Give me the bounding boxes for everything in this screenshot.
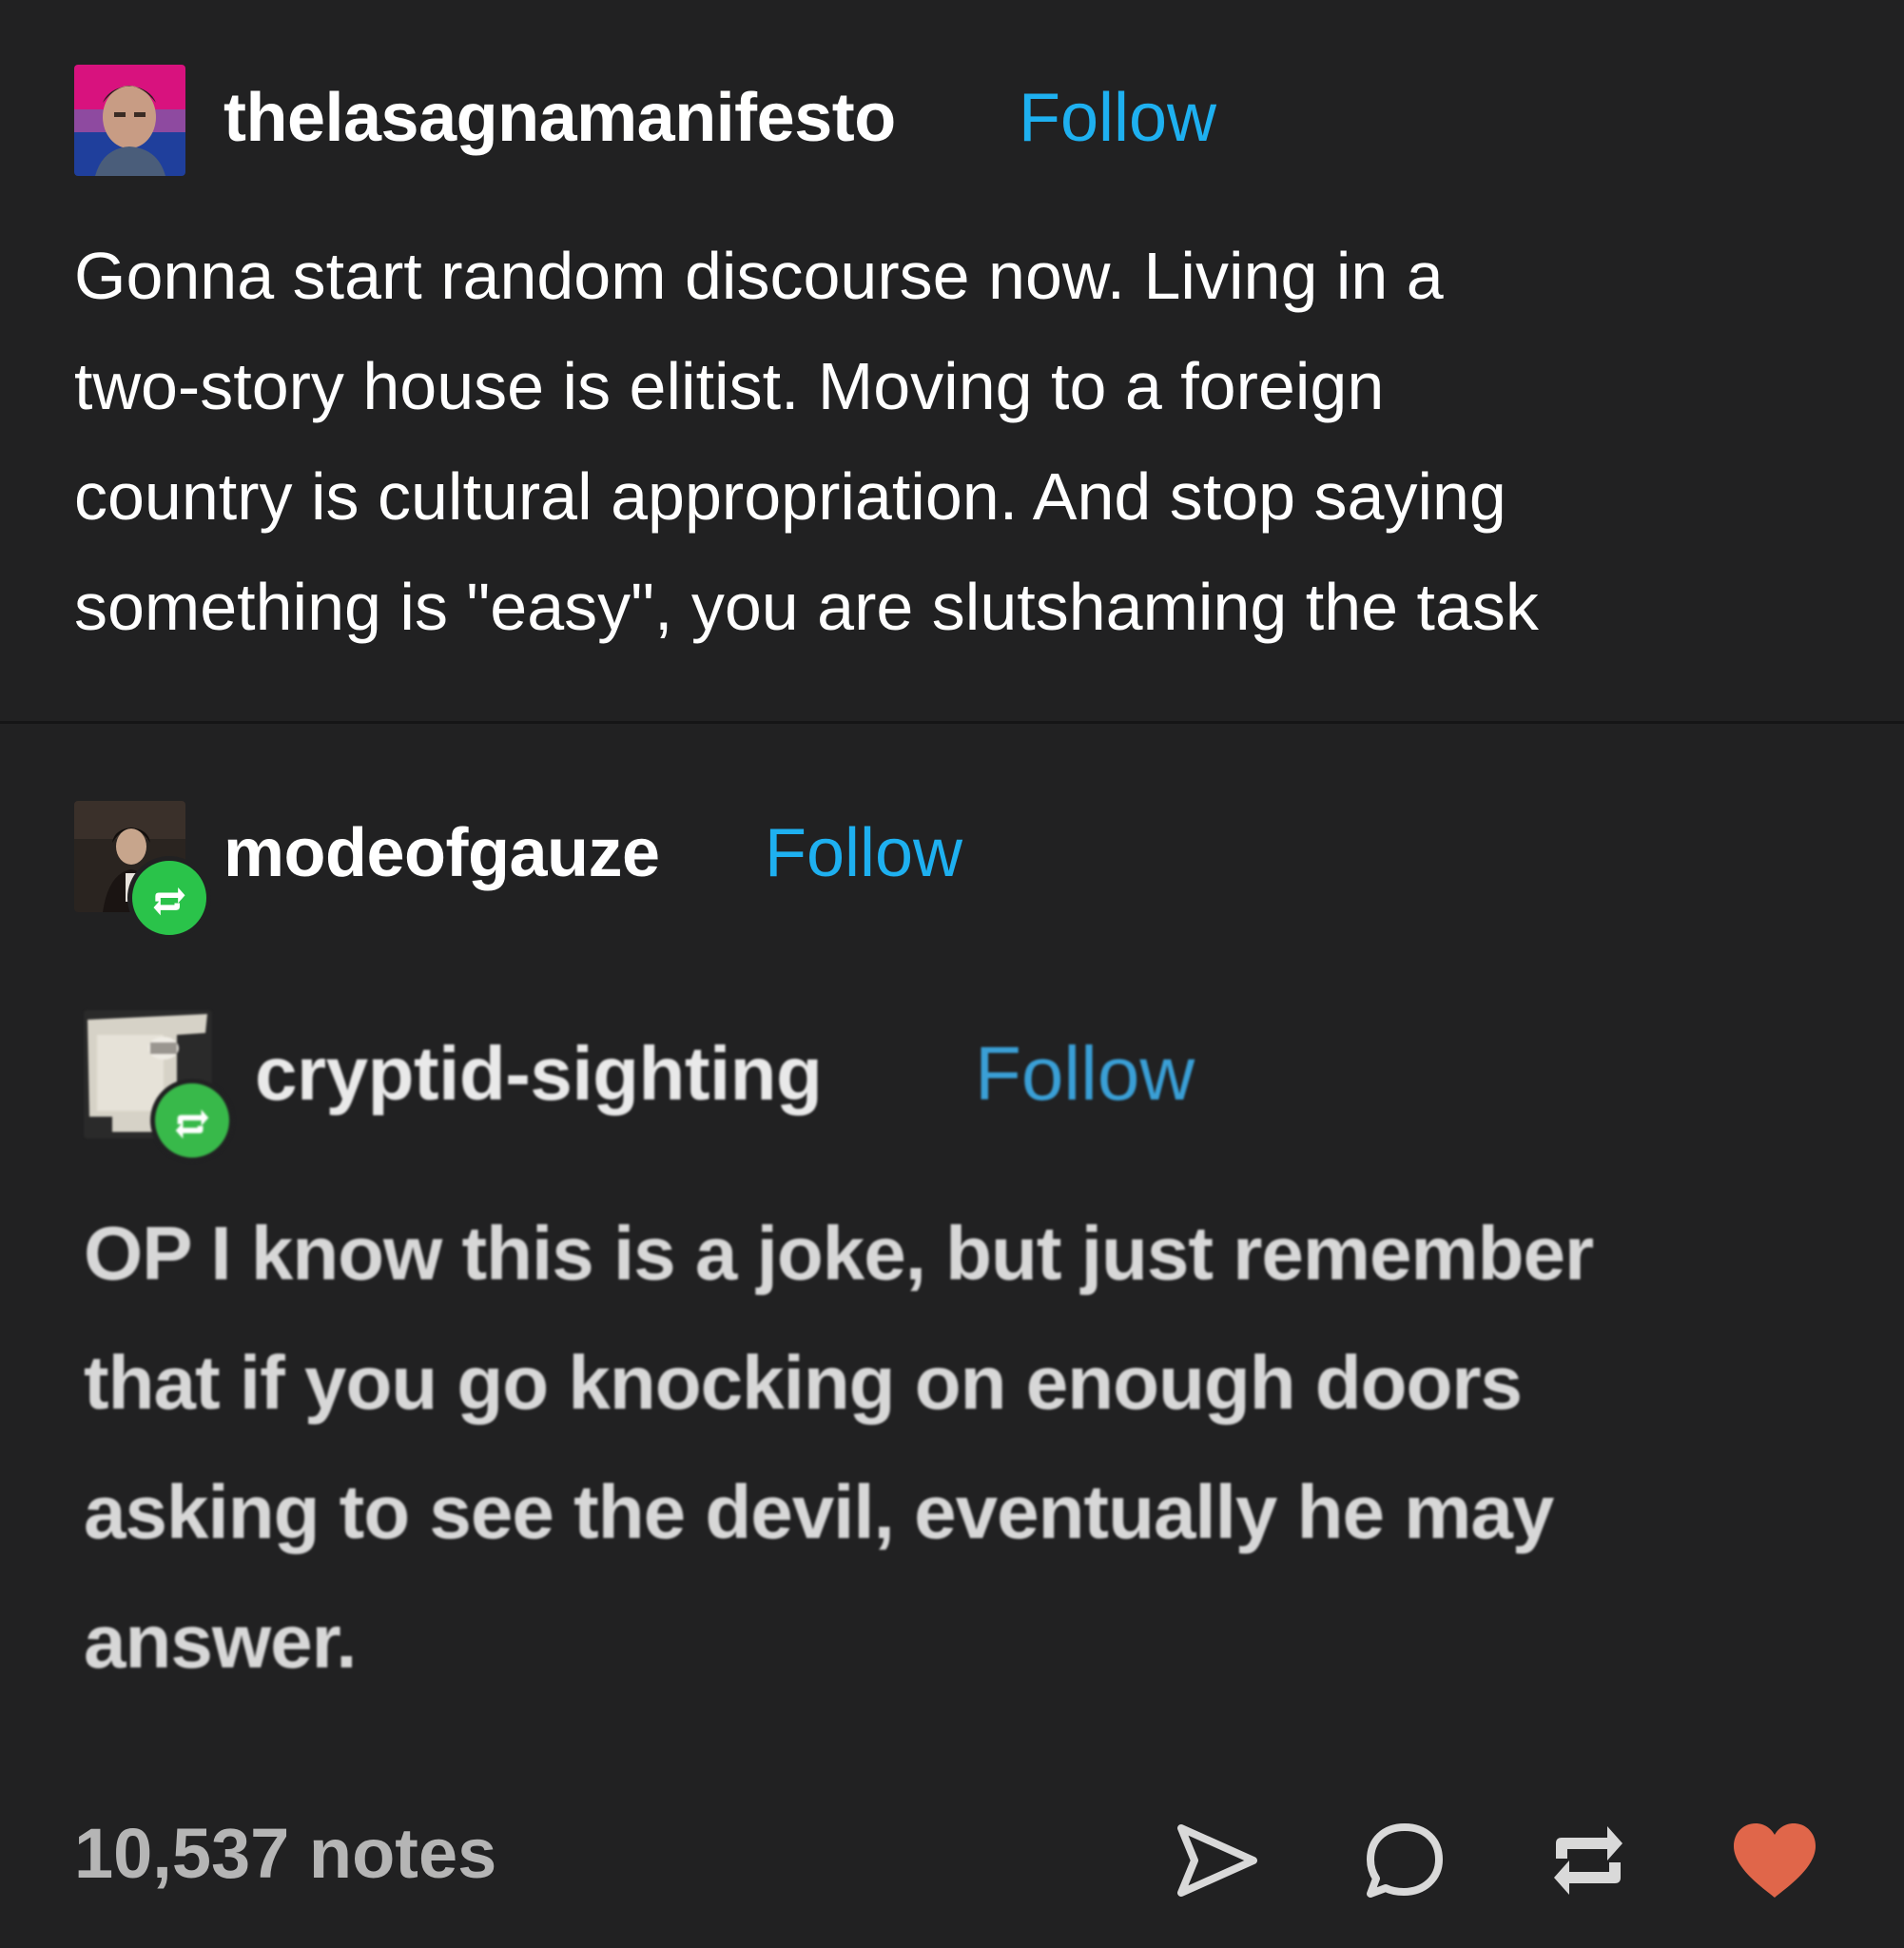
post-body: OP I know this is a joke, but just remem…	[84, 1189, 1891, 1706]
divider	[0, 721, 1904, 724]
post-body: Gonna start random discourse now. Living…	[74, 221, 1881, 662]
post-line: that if you go knocking on enough doors	[84, 1340, 1523, 1425]
username[interactable]: thelasagnamanifesto	[223, 84, 896, 152]
comment-icon[interactable]	[1358, 1815, 1449, 1906]
avatar-thelasagnamanifesto[interactable]	[74, 65, 185, 176]
post-line: answer.	[84, 1599, 358, 1684]
follow-button[interactable]: Follow	[765, 819, 962, 887]
post-line: OP I know this is a joke, but just remem…	[84, 1211, 1594, 1295]
avatar-modeofgauze[interactable]	[74, 801, 211, 940]
follow-button[interactable]: Follow	[1019, 84, 1216, 152]
post-line: something is "easy", you are slutshaming…	[74, 570, 1539, 644]
post-line: two-story house is elitist. Moving to a …	[74, 349, 1385, 423]
post-line: asking to see the devil, eventually he m…	[84, 1470, 1554, 1554]
share-icon[interactable]	[1172, 1815, 1263, 1906]
username[interactable]: cryptid-sighting	[255, 1036, 823, 1112]
avatar-cryptid-sighting[interactable]	[84, 1010, 234, 1162]
follow-button[interactable]: Follow	[975, 1036, 1195, 1112]
reblog-badge	[127, 856, 211, 940]
username[interactable]: modeofgauze	[223, 819, 660, 887]
post-line: Gonna start random discourse now. Living…	[74, 239, 1444, 313]
post-line: country is cultural appropriation. And s…	[74, 459, 1506, 534]
reblog-badge	[150, 1079, 234, 1162]
like-icon[interactable]	[1729, 1815, 1820, 1906]
reblog-icon[interactable]	[1543, 1815, 1634, 1906]
notes-count[interactable]: 10,537 notes	[74, 1819, 496, 1889]
